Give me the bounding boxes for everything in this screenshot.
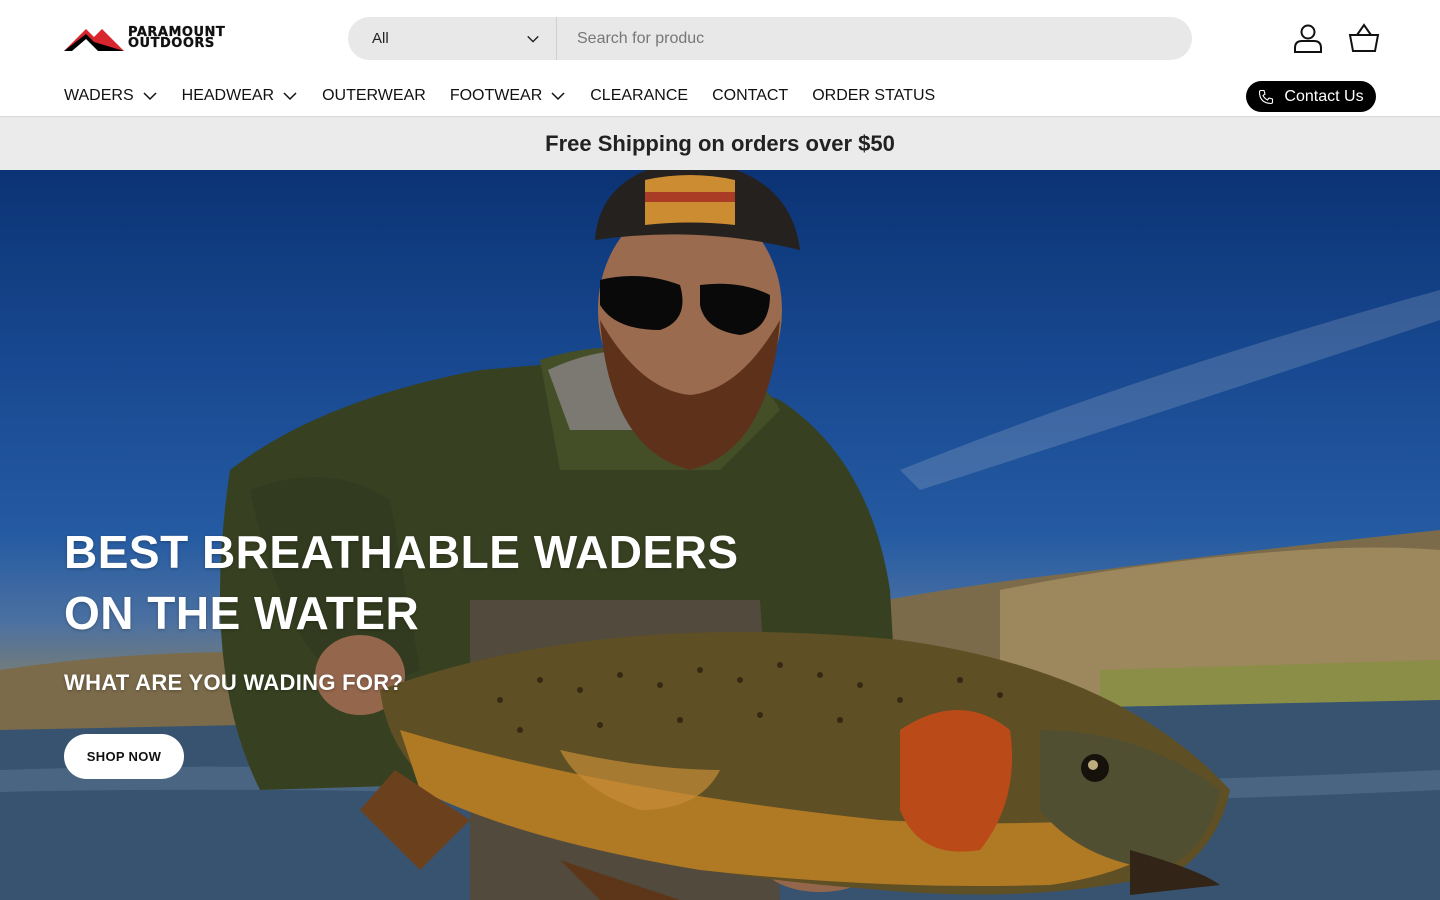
nav-item-headwear[interactable]: HEADWEAR <box>182 87 298 105</box>
chevron-down-icon <box>527 35 539 43</box>
announcement-text: Free Shipping on orders over $50 <box>545 130 895 156</box>
hero-subtitle: WHAT ARE YOU WADING FOR? <box>64 670 404 695</box>
nav-item-order-status[interactable]: ORDER STATUS <box>812 87 935 105</box>
search-input[interactable] <box>557 17 1192 60</box>
chevron-down-icon <box>551 92 565 101</box>
nav-item-footwear[interactable]: FOOTWEAR <box>450 87 566 105</box>
chevron-down-icon <box>283 92 297 101</box>
search-bar: All <box>348 17 1192 60</box>
phone-icon <box>1259 89 1274 104</box>
nav-label: CONTACT <box>712 87 789 104</box>
shop-now-button[interactable]: SHOP NOW <box>64 734 184 779</box>
site-header: PARAMOUNT OUTDOORS All WADERS HEADWE <box>0 0 1440 117</box>
nav-label: FOOTWEAR <box>449 87 543 104</box>
contact-us-label: Contact Us <box>1284 87 1364 105</box>
main-nav: WADERS HEADWEAR OUTERWEAR FOOTWEAR CLEAR… <box>64 84 959 108</box>
search-category-value: All <box>372 30 389 47</box>
nav-label: HEADWEAR <box>181 87 275 104</box>
nav-item-clearance[interactable]: CLEARANCE <box>590 87 688 105</box>
brand-logo[interactable]: PARAMOUNT OUTDOORS <box>64 24 254 52</box>
user-icon <box>1294 24 1322 53</box>
hero-banner: BEST BREATHABLE WADERS ON THE WATER WHAT… <box>0 170 1440 900</box>
hero-title: BEST BREATHABLE WADERS ON THE WATER <box>64 526 739 639</box>
nav-item-outerwear[interactable]: OUTERWEAR <box>322 87 426 105</box>
search-category-select[interactable]: All <box>348 17 557 60</box>
brand-line-2: OUTDOORS <box>128 36 215 51</box>
cart-button[interactable] <box>1346 20 1382 56</box>
nav-label: ORDER STATUS <box>812 87 936 104</box>
account-button[interactable] <box>1290 20 1326 56</box>
nav-item-contact[interactable]: CONTACT <box>712 87 788 105</box>
nav-label: OUTERWEAR <box>322 87 426 104</box>
announcement-bar: Free Shipping on orders over $50 <box>0 117 1440 170</box>
nav-item-waders[interactable]: WADERS <box>64 87 158 105</box>
nav-label: CLEARANCE <box>590 87 689 104</box>
mountain-logo-icon <box>64 29 124 51</box>
nav-label: WADERS <box>64 87 134 104</box>
brand-wordmark: PARAMOUNT OUTDOORS <box>128 26 225 51</box>
chevron-down-icon <box>143 92 157 101</box>
contact-us-button[interactable]: Contact Us <box>1246 81 1376 112</box>
basket-icon <box>1348 23 1380 52</box>
